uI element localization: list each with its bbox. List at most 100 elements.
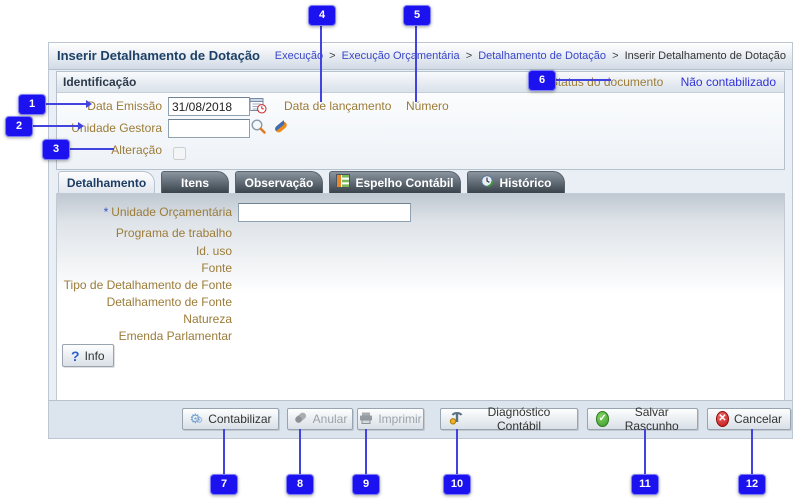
- breadcrumb-separator: >: [466, 50, 472, 62]
- diagnostic-icon: [449, 410, 464, 428]
- check-icon: ✓: [596, 411, 609, 427]
- callout-line-12: [751, 429, 753, 474]
- programa-trabalho-label: Programa de trabalho: [57, 226, 232, 240]
- data-emissao-input[interactable]: [168, 97, 250, 116]
- identification-panel: Identificação Status do documento Não co…: [56, 71, 785, 170]
- tab-label: Itens: [181, 176, 209, 190]
- callout-badge-9: 9: [352, 474, 380, 495]
- document-status: Status do documento Não contabilizado: [550, 75, 776, 89]
- callout-line-9: [365, 429, 367, 474]
- button-label: Salvar Rascunho: [614, 405, 689, 433]
- breadcrumb-current: Inserir Detalhamento de Dotação: [625, 50, 786, 62]
- breadcrumb: Execução > Execução Orçamentária > Detal…: [275, 50, 786, 62]
- info-button[interactable]: ? Info: [62, 344, 114, 367]
- breadcrumb-link-detalhamento-dotacao[interactable]: Detalhamento de Dotação: [478, 50, 606, 62]
- button-label: Anular: [313, 412, 348, 426]
- detalhamento-panel: *Unidade Orçamentária Programa de trabal…: [56, 193, 785, 403]
- tab-label: Espelho Contábil: [355, 176, 453, 190]
- button-label: Imprimir: [378, 412, 421, 426]
- callout-line-10: [456, 429, 458, 474]
- callout-badge-3: 3: [42, 139, 70, 160]
- data-lancamento-label: Data de lançamento: [284, 99, 391, 113]
- callout-badge-1: 1: [18, 94, 46, 115]
- callout-line-4: [320, 24, 322, 102]
- history-icon: [480, 174, 494, 191]
- id-uso-label: Id. uso: [57, 244, 232, 258]
- detalhamento-fonte-label: Detalhamento de Fonte: [57, 295, 232, 309]
- tab-label: Detalhamento: [67, 176, 146, 190]
- diagnostico-contabil-button[interactable]: Diagnóstico Contábil: [440, 408, 578, 430]
- action-bar: ⚙⚙ Contabilizar Anular: [49, 400, 792, 438]
- eraser-gray-icon: [293, 410, 308, 428]
- callout-badge-5: 5: [403, 5, 431, 26]
- data-emissao-label: Data Emissão: [57, 99, 162, 113]
- callout-line-7: [223, 429, 225, 474]
- callout-badge-6: 6: [528, 70, 556, 91]
- tab-itens[interactable]: Itens: [161, 171, 229, 193]
- callout-line-3: [68, 148, 114, 150]
- unidade-gestora-label: Unidade Gestora: [57, 121, 162, 135]
- table-icon: [336, 174, 350, 191]
- numero-label: Número: [406, 99, 449, 113]
- status-label: Status do documento: [550, 75, 663, 89]
- callout-line-11: [644, 429, 646, 474]
- breadcrumb-separator: >: [612, 50, 618, 62]
- tab-observacao[interactable]: Observação: [235, 171, 323, 193]
- salvar-rascunho-button[interactable]: ✓ Salvar Rascunho: [587, 408, 698, 430]
- gears-icon: ⚙⚙: [189, 412, 203, 426]
- eraser-icon[interactable]: [273, 119, 289, 140]
- callout-arrow-2: [78, 122, 84, 130]
- fonte-label: Fonte: [57, 261, 232, 275]
- contabilizar-button[interactable]: ⚙⚙ Contabilizar: [182, 408, 279, 430]
- alteracao-checkbox: [173, 147, 186, 160]
- emenda-parlamentar-label: Emenda Parlamentar: [57, 329, 232, 343]
- cancel-icon: ✕: [716, 411, 729, 427]
- page-title: Inserir Detalhamento de Dotação: [57, 48, 260, 63]
- tab-historico[interactable]: Histórico: [467, 171, 565, 193]
- button-label: Cancelar: [734, 412, 782, 426]
- breadcrumb-link-execucao[interactable]: Execução: [275, 50, 323, 62]
- natureza-label: Natureza: [57, 312, 232, 326]
- unidade-orcamentaria-label: *Unidade Orçamentária: [57, 205, 232, 219]
- callout-badge-7: 7: [210, 474, 238, 495]
- button-label: Diagnóstico Contábil: [469, 405, 569, 433]
- callout-line-1: [44, 103, 87, 105]
- button-label: Contabilizar: [208, 412, 271, 426]
- app-window: Inserir Detalhamento de Dotação Execução…: [48, 42, 793, 439]
- title-bar: Inserir Detalhamento de Dotação Execução…: [49, 43, 792, 70]
- callout-badge-8: 8: [286, 474, 314, 495]
- callout-line-2: [31, 125, 79, 127]
- cancelar-button[interactable]: ✕ Cancelar: [707, 408, 791, 430]
- imprimir-button: Imprimir: [357, 408, 424, 430]
- callout-badge-4: 4: [308, 5, 336, 26]
- info-button-label: Info: [85, 349, 105, 363]
- callout-badge-10: 10: [443, 474, 471, 495]
- anular-button: Anular: [287, 408, 353, 430]
- callout-line-6: [554, 79, 611, 81]
- required-marker: *: [104, 205, 109, 219]
- tab-detalhamento[interactable]: Detalhamento: [58, 171, 155, 193]
- printer-icon: [359, 411, 373, 428]
- question-icon: ?: [71, 349, 80, 363]
- callout-line-8: [299, 429, 301, 474]
- breadcrumb-separator: >: [329, 50, 335, 62]
- tipo-detalhamento-fonte-label: Tipo de Detalhamento de Fonte: [57, 278, 232, 292]
- callout-badge-12: 12: [738, 474, 766, 495]
- tab-label: Histórico: [499, 176, 551, 190]
- unidade-gestora-input[interactable]: [168, 119, 250, 138]
- callout-arrow-1: [86, 100, 92, 108]
- identification-title: Identificação: [63, 75, 136, 89]
- tab-espelho-contabil[interactable]: Espelho Contábil: [329, 171, 461, 193]
- breadcrumb-link-execucao-orcamentaria[interactable]: Execução Orçamentária: [342, 50, 460, 62]
- unidade-orcamentaria-input[interactable]: [238, 203, 411, 222]
- tab-strip: Detalhamento Itens Observação Espelho Co…: [58, 171, 565, 193]
- status-value: Não contabilizado: [681, 75, 776, 89]
- callout-badge-11: 11: [631, 474, 659, 495]
- tab-label: Observação: [245, 176, 314, 190]
- search-icon[interactable]: [250, 118, 267, 140]
- callout-line-5: [415, 24, 417, 102]
- callout-badge-2: 2: [5, 116, 33, 137]
- identification-header: Identificação Status do documento Não co…: [57, 72, 784, 93]
- calendar-icon[interactable]: [249, 96, 267, 119]
- alteracao-label: Alteração: [57, 143, 162, 157]
